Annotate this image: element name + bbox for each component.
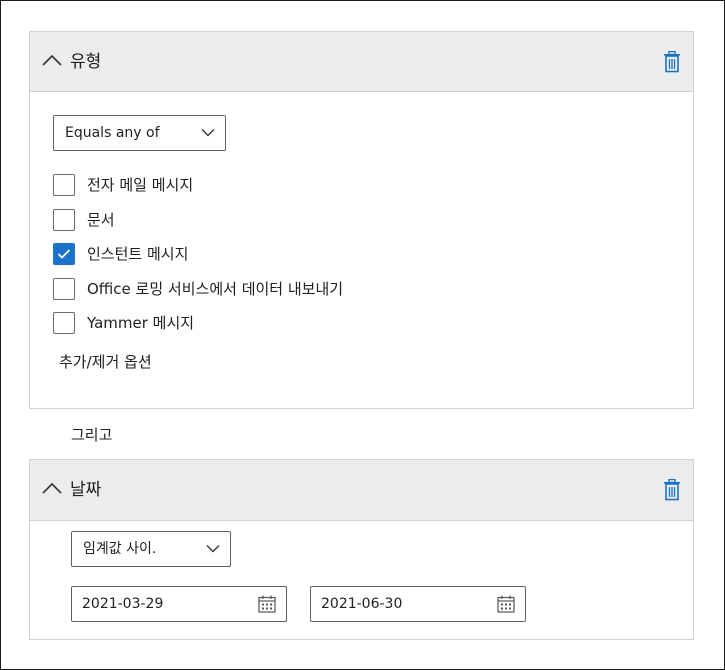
end-date-input[interactable] — [321, 594, 481, 614]
option-label: Office 로밍 서비스에서 데이터 내보내기 — [87, 279, 344, 298]
chevron-up-icon[interactable] — [41, 480, 63, 496]
end-date-field — [310, 586, 526, 622]
date-card-header: 날짜 — [30, 460, 693, 521]
date-condition-card: 날짜 임계값 사이. — [29, 459, 694, 640]
type-operator-dropdown[interactable]: Equals any of — [53, 115, 226, 151]
checkbox-documents[interactable] — [53, 208, 75, 231]
type-card-title: 유형 — [70, 52, 102, 72]
date-card-title: 날짜 — [70, 480, 102, 500]
option-label: 문서 — [87, 210, 115, 229]
checkbox-yammer-messages[interactable] — [53, 312, 75, 334]
checkbox-instant-messages[interactable] — [53, 243, 75, 265]
trash-icon[interactable] — [663, 51, 681, 73]
type-card-header: 유형 — [30, 32, 693, 92]
type-condition-card: 유형 Equals any of 전자 메일 메시지 문서 인스턴트 메시지 O… — [29, 31, 694, 409]
type-operator-value: Equals any of — [65, 125, 160, 141]
chevron-down-icon — [206, 545, 220, 553]
and-connector: 그리고 — [71, 426, 113, 444]
checkbox-office-roaming-export[interactable] — [53, 277, 75, 300]
add-remove-options-link[interactable]: 추가/제거 옵션 — [59, 352, 152, 372]
chevron-down-icon — [201, 129, 215, 137]
start-date-input[interactable] — [82, 594, 242, 614]
option-label: 인스턴트 메시지 — [87, 245, 189, 263]
date-operator-dropdown[interactable]: 임계값 사이. — [71, 531, 231, 567]
date-operator-value: 임계값 사이. — [83, 541, 157, 557]
checkbox-email[interactable] — [53, 174, 75, 196]
option-label: 전자 메일 메시지 — [87, 176, 194, 194]
chevron-up-icon[interactable] — [41, 52, 63, 68]
calendar-icon[interactable] — [497, 595, 515, 613]
start-date-field — [71, 586, 287, 622]
checkmark-icon — [57, 249, 71, 259]
trash-icon[interactable] — [663, 479, 681, 501]
calendar-icon[interactable] — [258, 595, 276, 613]
option-label: Yammer 메시지 — [87, 314, 195, 332]
